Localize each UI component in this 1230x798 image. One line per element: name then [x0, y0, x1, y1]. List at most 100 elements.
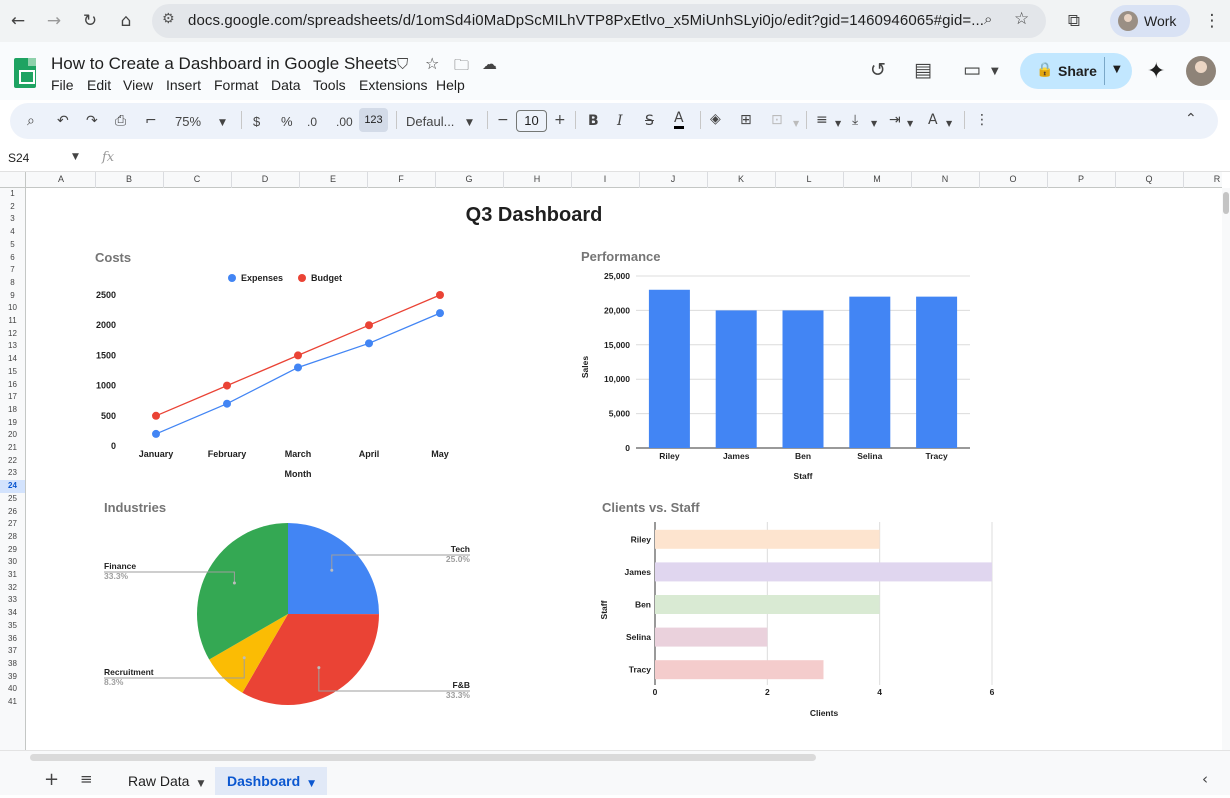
percent-format-button[interactable]: %: [281, 113, 293, 131]
browser-menu-icon[interactable]: ⋮: [1198, 7, 1226, 35]
vertical-align-icon[interactable]: ⤓: [852, 111, 858, 129]
column-label-g[interactable]: G: [435, 174, 503, 184]
decrease-decimal-button[interactable]: .0: [307, 113, 317, 131]
text-rotation-icon[interactable]: A: [928, 111, 938, 129]
wrap-caret-icon[interactable]: ▼: [907, 115, 913, 133]
zoom-caret-icon[interactable]: ▼: [219, 114, 226, 132]
fill-color-icon[interactable]: ◈: [710, 110, 721, 128]
row-label-2[interactable]: 2: [0, 201, 25, 214]
row-label-21[interactable]: 21: [0, 442, 25, 455]
gemini-sparkle-icon[interactable]: ✦: [1147, 59, 1165, 84]
row-label-32[interactable]: 32: [0, 582, 25, 595]
select-all-corner[interactable]: [0, 172, 26, 188]
row-label-27[interactable]: 27: [0, 518, 25, 531]
halign-caret-icon[interactable]: ▼: [835, 115, 841, 133]
performance-chart[interactable]: Performance 0 5,000 10,000 15,000 20,000 25,00…: [580, 249, 970, 481]
menu-insert[interactable]: Insert: [166, 77, 201, 93]
font-caret-icon[interactable]: ▼: [466, 114, 473, 132]
font-size-input[interactable]: 10: [516, 110, 547, 132]
row-label-13[interactable]: 13: [0, 340, 25, 353]
column-label-p[interactable]: P: [1047, 174, 1115, 184]
row-label-11[interactable]: 11: [0, 315, 25, 328]
menu-help[interactable]: Help: [436, 77, 465, 93]
undo-icon[interactable]: ↶: [57, 112, 69, 130]
column-label-i[interactable]: I: [571, 174, 639, 184]
menu-view[interactable]: View: [123, 77, 153, 93]
increase-font-size-icon[interactable]: +: [554, 111, 566, 129]
sheets-logo-icon[interactable]: [14, 58, 36, 88]
collapse-menus-icon[interactable]: ⌃: [1185, 110, 1197, 128]
menu-edit[interactable]: Edit: [87, 77, 111, 93]
redo-icon[interactable]: ↷: [86, 112, 98, 130]
address-bar[interactable]: ⚙ docs.google.com/spreadsheets/d/1omSd4i…: [152, 4, 1046, 38]
row-label-3[interactable]: 3: [0, 213, 25, 226]
row-label-19[interactable]: 19: [0, 417, 25, 430]
text-color-icon[interactable]: A: [674, 110, 684, 129]
column-label-m[interactable]: M: [843, 174, 911, 184]
row-label-31[interactable]: 31: [0, 569, 25, 582]
row-label-16[interactable]: 16: [0, 379, 25, 392]
row-label-4[interactable]: 4: [0, 226, 25, 239]
valign-caret-icon[interactable]: ▼: [871, 115, 877, 133]
zoom-icon[interactable]: ⌕: [984, 10, 992, 28]
row-label-37[interactable]: 37: [0, 645, 25, 658]
version-history-icon[interactable]: ↺: [870, 59, 886, 81]
column-label-f[interactable]: F: [367, 174, 435, 184]
all-sheets-icon[interactable]: ≡: [80, 770, 93, 788]
column-label-k[interactable]: K: [707, 174, 775, 184]
strikethrough-icon[interactable]: S: [645, 112, 654, 130]
row-label-17[interactable]: 17: [0, 391, 25, 404]
bookmark-star-icon[interactable]: ☆: [1014, 9, 1029, 29]
column-label-a[interactable]: A: [27, 174, 95, 184]
row-label-22[interactable]: 22: [0, 455, 25, 468]
increase-decimal-button[interactable]: .00: [336, 113, 353, 131]
column-label-n[interactable]: N: [911, 174, 979, 184]
meet-caret-icon[interactable]: ▼: [991, 66, 999, 77]
rotation-caret-icon[interactable]: ▼: [946, 115, 952, 133]
site-info-icon[interactable]: ⚙: [162, 11, 175, 27]
paint-format-icon[interactable]: ⌐: [145, 112, 157, 130]
menu-format[interactable]: Format: [214, 77, 258, 93]
row-label-10[interactable]: 10: [0, 302, 25, 315]
bold-icon[interactable]: B: [588, 112, 599, 130]
row-label-7[interactable]: 7: [0, 264, 25, 277]
row-label-36[interactable]: 36: [0, 633, 25, 646]
industries-chart[interactable]: IndustriesTech25.0%F&B33.3%Recruitment8.…: [104, 500, 470, 705]
row-label-24[interactable]: 24: [0, 480, 25, 493]
horizontal-scroll-thumb[interactable]: [30, 754, 816, 761]
menu-data[interactable]: Data: [271, 77, 301, 93]
column-label-o[interactable]: O: [979, 174, 1047, 184]
clients-vs-staff-chart[interactable]: Clients vs. Staff 0 2 4 6 Riley James Ben Selina…: [599, 500, 995, 718]
column-label-l[interactable]: L: [775, 174, 843, 184]
row-label-18[interactable]: 18: [0, 404, 25, 417]
account-avatar[interactable]: [1186, 56, 1216, 86]
row-label-9[interactable]: 9: [0, 290, 25, 303]
decrease-font-size-icon[interactable]: −: [497, 111, 509, 129]
column-label-j[interactable]: J: [639, 174, 707, 184]
document-title[interactable]: How to Create a Dashboard in Google Shee…: [51, 54, 397, 74]
sheet-grid[interactable]: Q3 Dashboard Costs 0 500 1000 1500 2000 2500 Ja…: [27, 188, 1222, 750]
comments-icon[interactable]: ▤: [914, 59, 932, 81]
costs-chart[interactable]: Costs 0 500 1000 1500 2000 2500 January February…: [95, 250, 449, 479]
italic-icon[interactable]: I: [617, 112, 623, 130]
row-label-12[interactable]: 12: [0, 328, 25, 341]
sheet-tab-raw-data[interactable]: Raw Data ▼: [116, 767, 216, 795]
row-label-8[interactable]: 8: [0, 277, 25, 290]
row-label-30[interactable]: 30: [0, 556, 25, 569]
horizontal-scrollbar[interactable]: [0, 750, 1230, 764]
row-label-26[interactable]: 26: [0, 506, 25, 519]
sheet-nav-collapse-icon[interactable]: ‹: [1202, 770, 1208, 788]
sheet-tab-dashboard[interactable]: Dashboard ▼: [215, 767, 328, 795]
row-label-29[interactable]: 29: [0, 544, 25, 557]
row-label-20[interactable]: 20: [0, 429, 25, 442]
column-label-q[interactable]: Q: [1115, 174, 1183, 184]
menu-extensions[interactable]: Extensions: [359, 77, 427, 93]
print-icon[interactable]: ⎙: [115, 112, 126, 130]
more-tools-icon[interactable]: ⋮: [975, 111, 989, 129]
zoom-select[interactable]: 75%: [175, 113, 201, 131]
extensions-icon[interactable]: ⧉: [1060, 7, 1088, 35]
row-label-14[interactable]: 14: [0, 353, 25, 366]
merge-cells-icon[interactable]: ⊡: [771, 111, 783, 129]
forward-icon[interactable]: →: [40, 7, 68, 35]
more-formats-button[interactable]: 123: [359, 108, 388, 132]
